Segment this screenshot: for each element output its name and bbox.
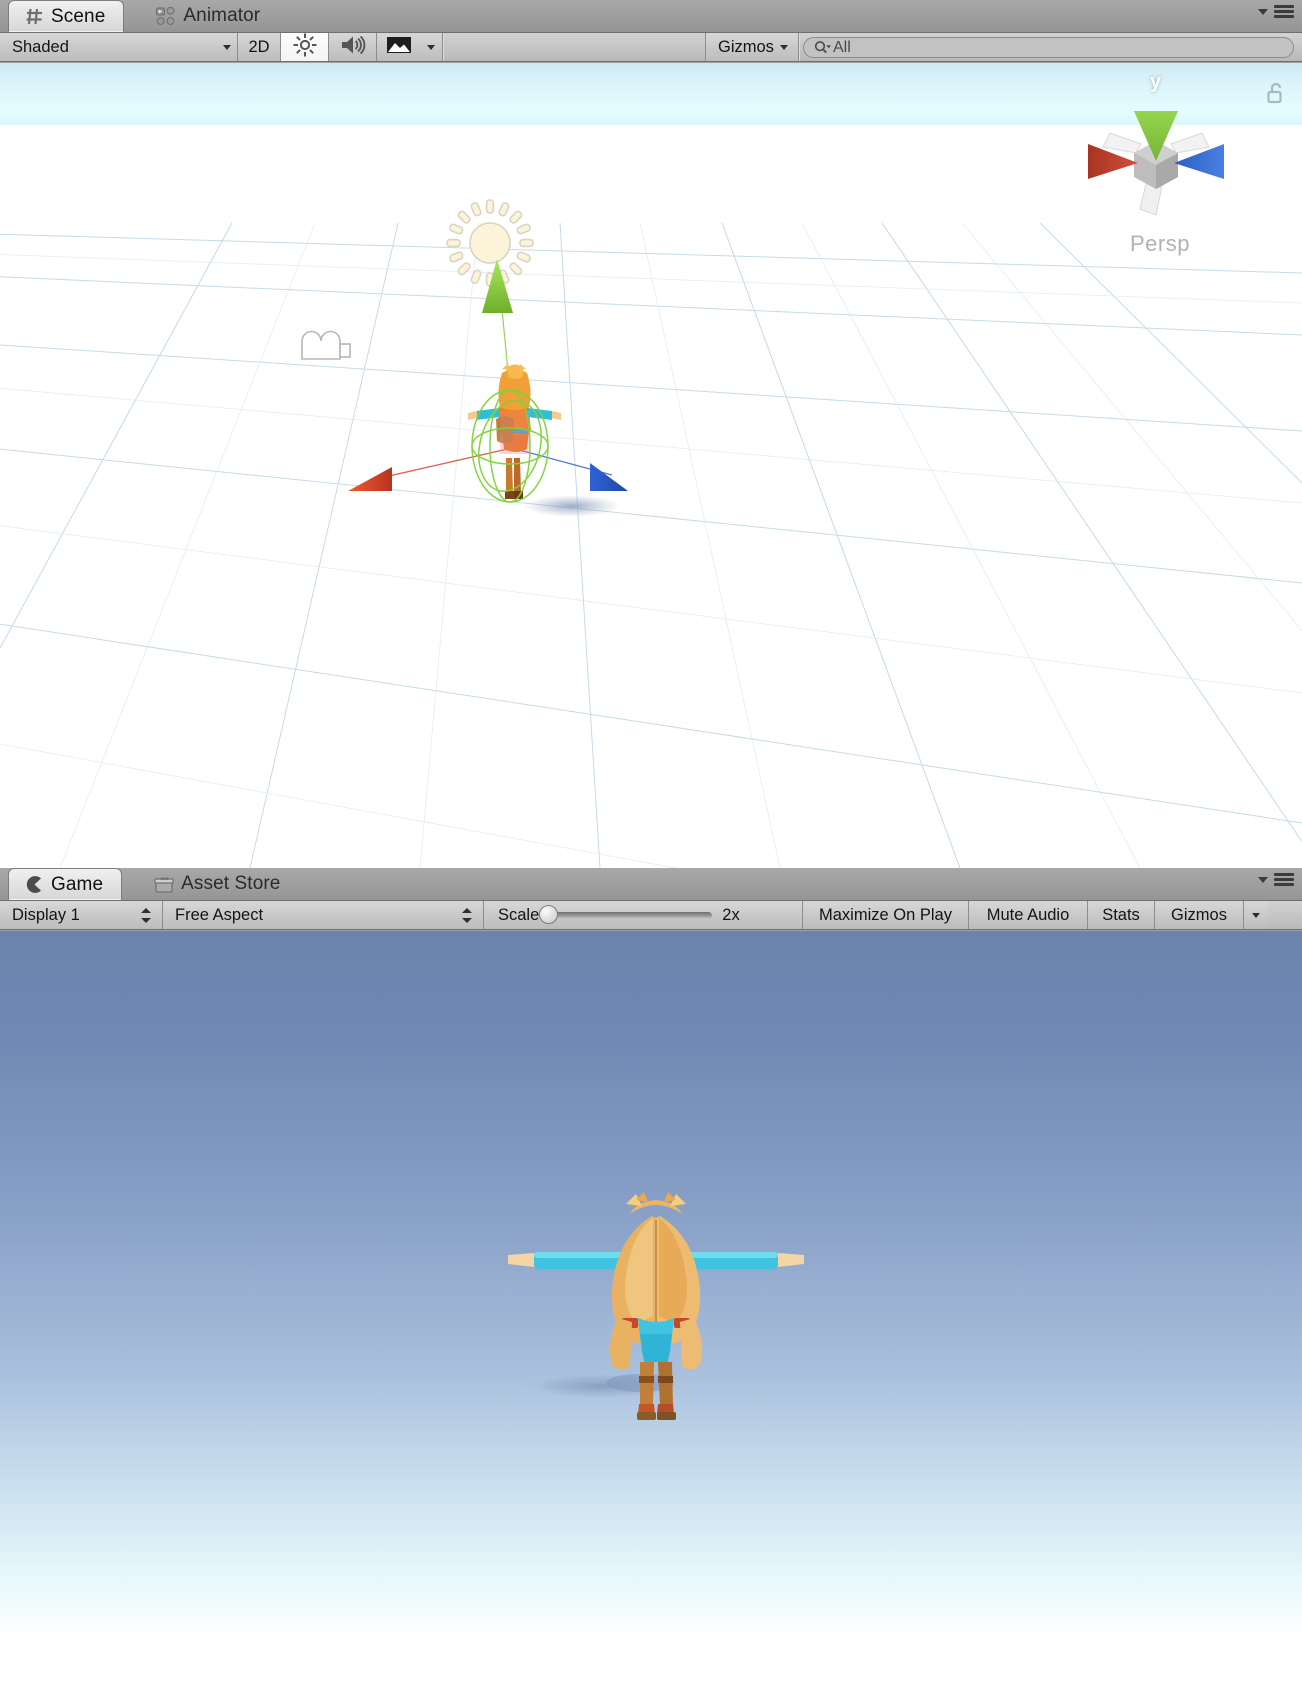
speaker-icon [340, 34, 366, 61]
scene-fx-dropdown[interactable] [420, 33, 442, 61]
tab-scene[interactable]: Scene [8, 0, 125, 32]
search-icon [814, 40, 832, 55]
scene-toolbar: Shaded 2D Gizmos All [0, 33, 1302, 62]
scale-slider-group[interactable]: Scale 2x [484, 901, 802, 929]
y-axis-handle [482, 259, 513, 313]
up-down-caret-icon [140, 907, 152, 923]
toggle-2d-label: 2D [248, 37, 270, 56]
gizmos-dropdown[interactable]: Gizmos [706, 33, 798, 61]
game-render [508, 1192, 804, 1420]
scene-tabbar: Scene Animator [0, 0, 1302, 33]
tab-asset-store-label: Asset Store [181, 873, 281, 894]
stats-button[interactable]: Stats [1088, 901, 1154, 929]
scene-fx-toggle[interactable] [377, 33, 420, 61]
display-value: Display 1 [12, 905, 80, 924]
scene-orientation-gizmo[interactable]: y Persp [1066, 63, 1246, 283]
hamburger-menu-icon[interactable] [1274, 873, 1294, 886]
draw-mode-dropdown[interactable]: Shaded [0, 33, 237, 61]
toggle-2d-button[interactable]: 2D [238, 33, 280, 61]
small-caret-down-icon[interactable] [1258, 8, 1268, 15]
scene-panel: Scene Animator Shaded 2D Gizmos All y Pe… [0, 0, 1302, 868]
grid-icon [25, 7, 44, 26]
toolbar-separator [798, 33, 799, 61]
scene-lighting-toggle[interactable] [281, 33, 328, 61]
shopping-bag-icon [154, 875, 174, 894]
game-gizmos-dropdown[interactable] [1244, 901, 1268, 929]
scene-audio-toggle[interactable] [329, 33, 376, 61]
tab-game-label: Game [51, 873, 104, 895]
scene-search-input[interactable]: All [803, 37, 1294, 58]
scale-value: 2x [722, 905, 740, 924]
aspect-value: Free Aspect [175, 905, 264, 924]
image-icon [386, 35, 412, 60]
camera-gizmo [301, 330, 351, 360]
chevron-down-icon [223, 44, 231, 50]
stats-label: Stats [1102, 905, 1140, 924]
display-dropdown[interactable]: Display 1 [0, 901, 162, 929]
animator-nodes-icon [156, 6, 176, 25]
aspect-dropdown[interactable]: Free Aspect [163, 901, 483, 929]
scale-label: Scale [498, 905, 540, 924]
tab-animator-label: Animator [183, 5, 261, 26]
mute-audio-label: Mute Audio [986, 905, 1070, 924]
scale-slider[interactable] [539, 904, 713, 924]
mute-audio-button[interactable]: Mute Audio [969, 901, 1087, 929]
maximize-on-play-button[interactable]: Maximize On Play [803, 901, 968, 929]
x-axis-handle [348, 467, 392, 491]
up-down-caret-icon [461, 907, 473, 923]
persp-label: Persp [1130, 231, 1190, 256]
chevron-down-icon [1252, 912, 1260, 918]
maximize-on-play-label: Maximize On Play [819, 905, 952, 924]
game-viewport[interactable] [0, 931, 1302, 1692]
game-panel: Game Asset Store Display 1 Free Aspect S… [0, 868, 1302, 1692]
tab-animator[interactable]: Animator [140, 0, 278, 32]
scale-slider-knob[interactable] [539, 904, 559, 924]
scene-search-value: All [833, 38, 851, 56]
game-gizmos-button[interactable]: Gizmos [1155, 901, 1243, 929]
gizmos-label: Gizmos [718, 37, 774, 56]
hamburger-menu-icon[interactable] [1274, 5, 1294, 18]
tab-asset-store[interactable]: Asset Store [138, 868, 298, 900]
game-window-menu[interactable] [1258, 873, 1302, 890]
toolbar-end-spacer [1268, 901, 1302, 929]
chevron-down-icon [780, 44, 788, 50]
unlocked-padlock-icon[interactable] [1266, 81, 1286, 110]
tab-game[interactable]: Game [8, 868, 123, 900]
tab-scene-label: Scene [51, 5, 106, 27]
scene-window-menu[interactable] [1258, 5, 1302, 22]
game-gizmos-label: Gizmos [1171, 905, 1227, 924]
chevron-down-icon [427, 44, 435, 50]
scene-viewport[interactable]: y Persp [0, 63, 1302, 868]
game-toolbar: Display 1 Free Aspect Scale 2x Maximize … [0, 901, 1302, 930]
small-caret-down-icon[interactable] [1258, 876, 1268, 883]
game-tabbar: Game Asset Store [0, 868, 1302, 901]
directional-light-gizmo [446, 199, 534, 287]
sun-icon [292, 32, 318, 63]
draw-mode-value: Shaded [12, 37, 69, 56]
z-axis-handle [590, 463, 628, 491]
game-pacman-icon [25, 875, 44, 894]
